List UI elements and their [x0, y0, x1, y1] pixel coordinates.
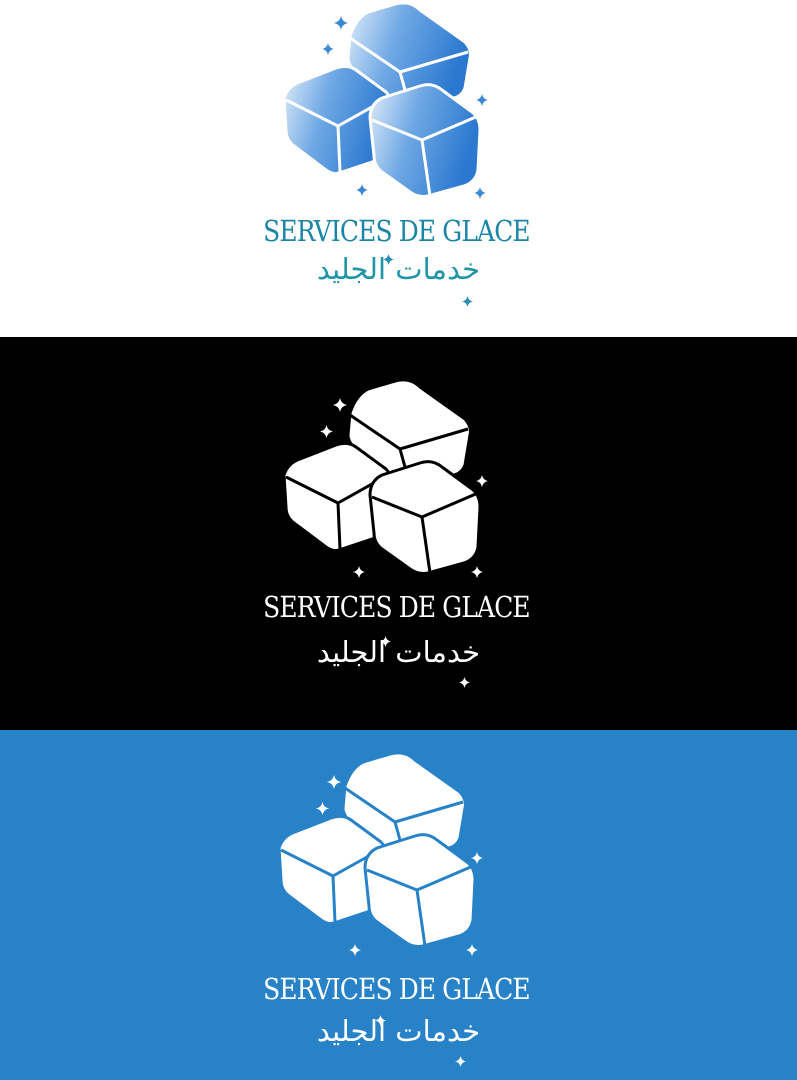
sparkle-icon	[349, 944, 361, 956]
sparkle-icon	[375, 1015, 386, 1026]
brand-name-arabic: خدمات الجليد	[316, 252, 481, 286]
sparkle-icon	[474, 187, 486, 199]
logo-variant-white: SERVICES DE GLACE خدمات الجليد	[0, 0, 797, 337]
sparkle-icon	[333, 398, 347, 412]
sparkle-icon	[466, 944, 478, 956]
sparkle-icon	[320, 425, 333, 438]
sparkle-icon	[334, 16, 348, 30]
sparkle-icon	[471, 852, 483, 864]
brand-name: SERVICES DE GLACE	[263, 214, 531, 248]
brand-name-arabic: خدمات الجليد	[316, 1014, 481, 1048]
sparkle-icon	[476, 94, 488, 106]
sparkle-icon	[462, 296, 473, 307]
sparkle-icon	[471, 566, 483, 578]
sparkle-icon	[455, 1056, 466, 1067]
sparkle-icon	[356, 184, 368, 196]
sparkle-icon	[459, 677, 470, 688]
sparkle-icon	[476, 475, 488, 487]
sparkle-icon	[353, 566, 365, 578]
sparkle-icon	[316, 802, 329, 815]
logo-variant-black: SERVICES DE GLACE خدمات الجليد	[0, 337, 797, 730]
sparkle-icon	[322, 43, 334, 55]
ice-cubes-icon	[277, 751, 477, 948]
brand-name: SERVICES DE GLACE	[263, 590, 531, 624]
logo-variant-blue: SERVICES DE GLACE خدمات الجليد	[0, 730, 797, 1080]
sparkle-icon	[383, 254, 394, 265]
sparkle-icon	[380, 636, 391, 647]
brand-name-arabic: خدمات الجليد	[316, 635, 481, 669]
brand-name: SERVICES DE GLACE	[263, 972, 531, 1006]
sparkle-icon	[327, 775, 341, 789]
